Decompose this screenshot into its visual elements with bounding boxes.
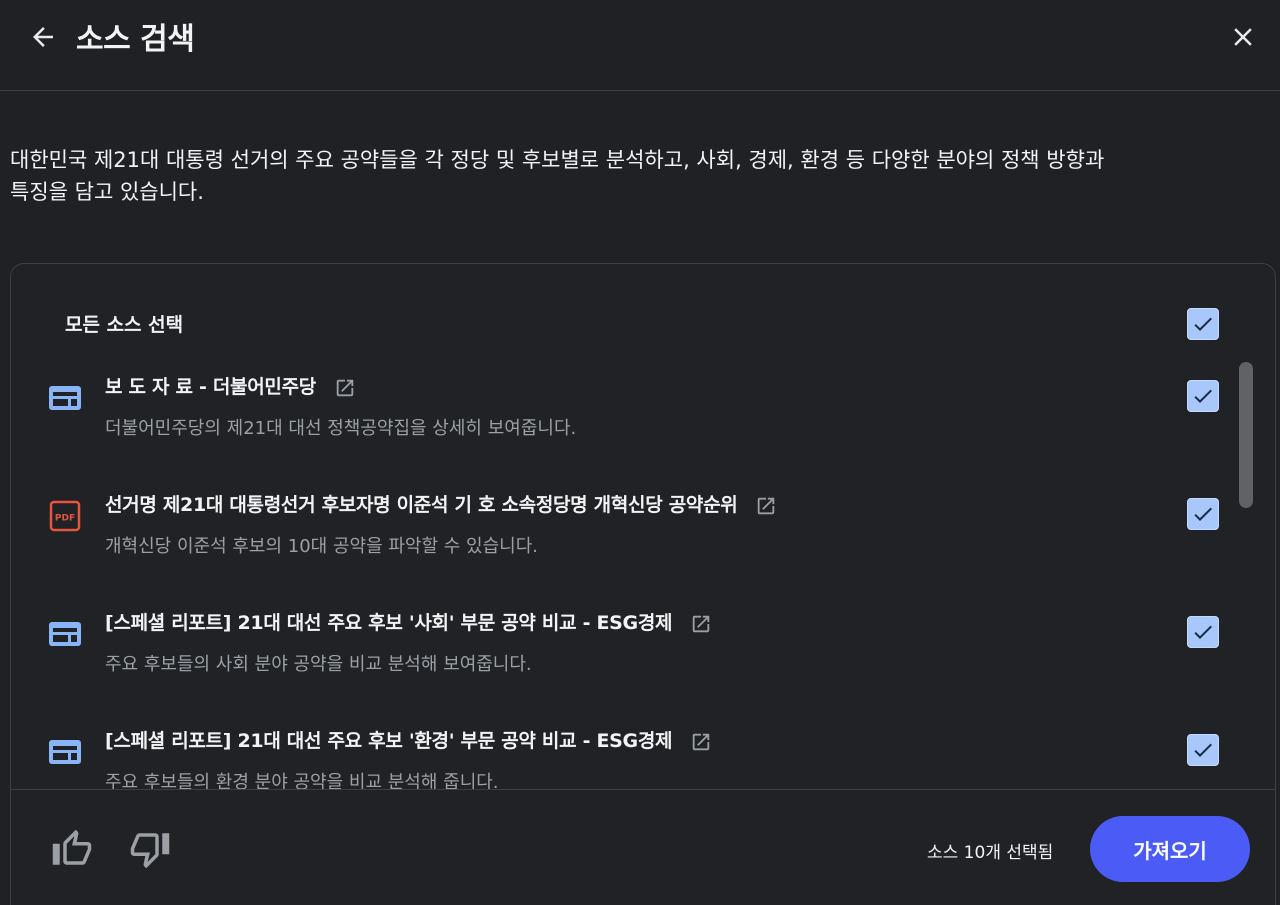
back-button[interactable] — [24, 18, 62, 56]
check-icon — [1194, 625, 1212, 639]
open-in-new-icon[interactable] — [690, 731, 712, 753]
web-icon — [49, 386, 81, 410]
select-all-checkbox[interactable] — [1187, 308, 1219, 340]
search-description: 대한민국 제21대 대통령 선거의 주요 공약들을 각 정당 및 후보별로 분석… — [10, 144, 1280, 208]
select-all-label: 모든 소스 선택 — [65, 314, 184, 336]
open-in-new-icon[interactable] — [334, 377, 356, 399]
pdf-icon: PDF — [49, 500, 81, 532]
import-button[interactable]: 가져오기 — [1090, 816, 1250, 882]
item-title-text[interactable]: [스페셜 리포트] 21대 대선 주요 후보 '환경' 부문 공약 비교 - E… — [105, 730, 673, 752]
check-icon — [1194, 743, 1212, 757]
check-icon — [1194, 507, 1212, 521]
svg-text:PDF: PDF — [55, 514, 75, 524]
source-list-panel: 모든 소스 선택 보 도 자 료 - 더불어민주당 더불어민주당의 제21대 대… — [10, 263, 1276, 905]
dialog-footer: 소스 10개 선택됨 가져오기 — [11, 789, 1275, 905]
arrow-left-icon — [33, 27, 53, 47]
item-title-text[interactable]: 보 도 자 료 - 더불어민주당 — [105, 376, 316, 398]
close-icon — [1234, 28, 1252, 46]
close-button[interactable] — [1224, 18, 1262, 56]
list-item[interactable]: PDF 선거명 제21대 대통령선거 후보자명 이준석 기 호 소속정당명 개혁… — [11, 472, 1275, 590]
item-title[interactable]: 보 도 자 료 - 더불어민주당 — [105, 372, 356, 399]
scrollbar-thumb[interactable] — [1239, 362, 1253, 508]
item-title-text[interactable]: [스페셜 리포트] 21대 대선 주요 후보 '사회' 부문 공약 비교 - E… — [105, 612, 673, 634]
item-title[interactable]: 선거명 제21대 대통령선거 후보자명 이준석 기 호 소속정당명 개혁신당 공… — [105, 490, 777, 517]
item-checkbox[interactable] — [1187, 616, 1219, 648]
thumbs-up-button[interactable] — [51, 828, 93, 870]
item-description: 더불어민주당의 제21대 대선 정책공약집을 상세히 보여줍니다. — [105, 418, 577, 439]
page-title: 소스 검색 — [76, 22, 195, 57]
check-icon — [1194, 389, 1212, 403]
thumbs-up-icon — [52, 829, 92, 865]
selected-count: 소스 10개 선택됨 — [927, 843, 1054, 863]
item-description: 주요 후보들의 환경 분야 공약을 비교 분석해 줍니다. — [105, 772, 499, 789]
item-title[interactable]: [스페셜 리포트] 21대 대선 주요 후보 '사회' 부문 공약 비교 - E… — [105, 608, 712, 635]
item-title[interactable]: [스페셜 리포트] 21대 대선 주요 후보 '환경' 부문 공약 비교 - E… — [105, 726, 712, 753]
item-title-text[interactable]: 선거명 제21대 대통령선거 후보자명 이준석 기 호 소속정당명 개혁신당 공… — [105, 494, 738, 516]
list-item[interactable]: [스페셜 리포트] 21대 대선 주요 후보 '사회' 부문 공약 비교 - E… — [11, 590, 1275, 708]
thumbs-down-button[interactable] — [129, 828, 171, 870]
item-description: 개혁신당 이준석 후보의 10대 공약을 파악할 수 있습니다. — [105, 536, 538, 557]
open-in-new-icon[interactable] — [755, 495, 777, 517]
web-icon — [49, 622, 81, 646]
thumbs-down-icon — [130, 833, 170, 869]
item-checkbox[interactable] — [1187, 498, 1219, 530]
item-description: 주요 후보들의 사회 분야 공약을 비교 분석해 보여줍니다. — [105, 654, 532, 675]
dialog-header: 소스 검색 — [0, 0, 1280, 91]
item-checkbox[interactable] — [1187, 734, 1219, 766]
description-line: 대한민국 제21대 대통령 선거의 주요 공약들을 각 정당 및 후보별로 분석… — [10, 148, 1105, 172]
open-in-new-icon[interactable] — [690, 613, 712, 635]
list-item[interactable]: [스페셜 리포트] 21대 대선 주요 후보 '환경' 부문 공약 비교 - E… — [11, 708, 1275, 789]
list-item[interactable]: 보 도 자 료 - 더불어민주당 더불어민주당의 제21대 대선 정책공약집을 … — [11, 354, 1275, 472]
source-list[interactable]: 보 도 자 료 - 더불어민주당 더불어민주당의 제21대 대선 정책공약집을 … — [11, 354, 1275, 789]
item-checkbox[interactable] — [1187, 380, 1219, 412]
description-line: 특징을 담고 있습니다. — [10, 180, 204, 204]
check-icon — [1194, 317, 1212, 331]
web-icon — [49, 740, 81, 764]
